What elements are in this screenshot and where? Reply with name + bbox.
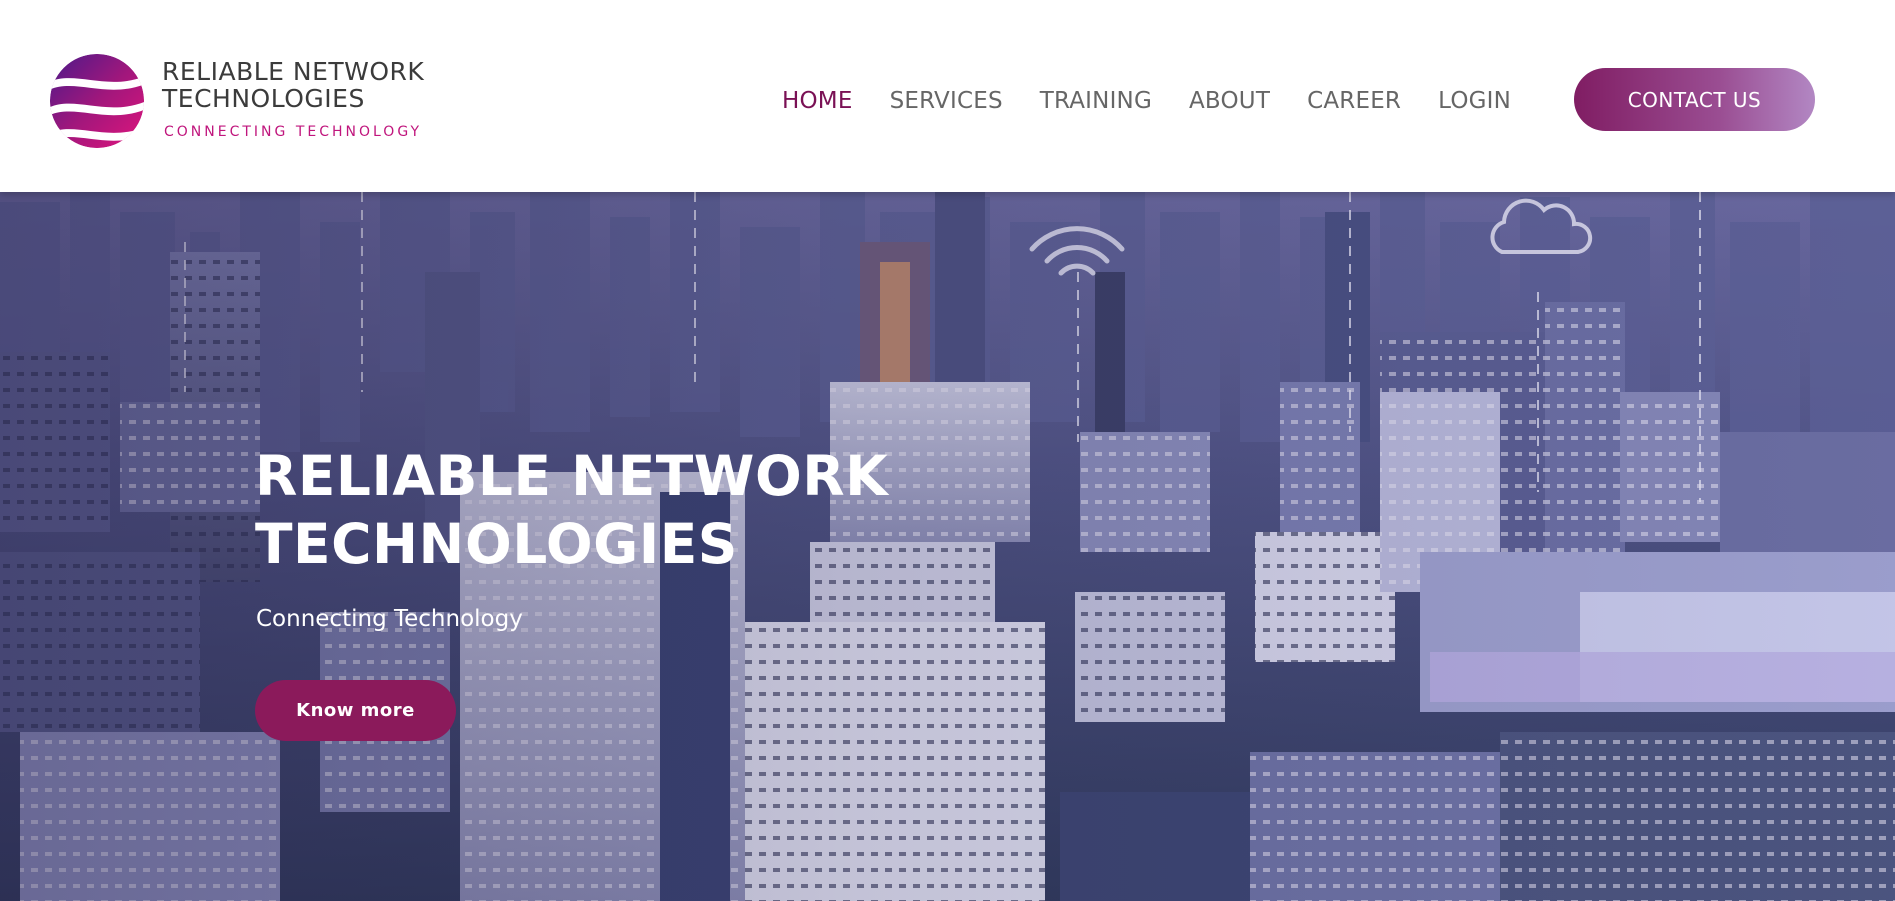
hero-title-line2: TECHNOLOGIES (255, 512, 738, 576)
hero-subtitle: Connecting Technology (256, 606, 523, 632)
nav-login[interactable]: LOGIN (1438, 88, 1511, 114)
brand-name-line1: RELIABLE NETWORK (162, 57, 425, 86)
nav-about[interactable]: ABOUT (1189, 88, 1270, 114)
hero-title-line1: RELIABLE NETWORK (255, 444, 889, 508)
site-header: RELIABLE NETWORK TECHNOLOGIES CONNECTING… (0, 0, 1895, 192)
nav-career[interactable]: CAREER (1307, 88, 1401, 114)
nav-training[interactable]: TRAINING (1040, 88, 1152, 114)
nav-services[interactable]: SERVICES (890, 88, 1003, 114)
hero-title: RELIABLE NETWORK TECHNOLOGIES (255, 442, 955, 578)
striped-globe-icon (49, 53, 145, 149)
brand-tagline: CONNECTING TECHNOLOGY (164, 124, 423, 140)
nav-home[interactable]: HOME (782, 88, 853, 114)
contact-us-button[interactable]: CONTACT US (1574, 68, 1815, 131)
know-more-button[interactable]: Know more (255, 680, 456, 741)
brand-name: RELIABLE NETWORK TECHNOLOGIES (162, 58, 432, 112)
hero-section: RELIABLE NETWORK TECHNOLOGIES Connecting… (0, 192, 1895, 901)
main-nav: HOME SERVICES TRAINING ABOUT CAREER LOGI… (782, 84, 1548, 118)
site-logo[interactable]: RELIABLE NETWORK TECHNOLOGIES CONNECTING… (48, 52, 428, 150)
brand-name-line2: TECHNOLOGIES (162, 84, 365, 113)
